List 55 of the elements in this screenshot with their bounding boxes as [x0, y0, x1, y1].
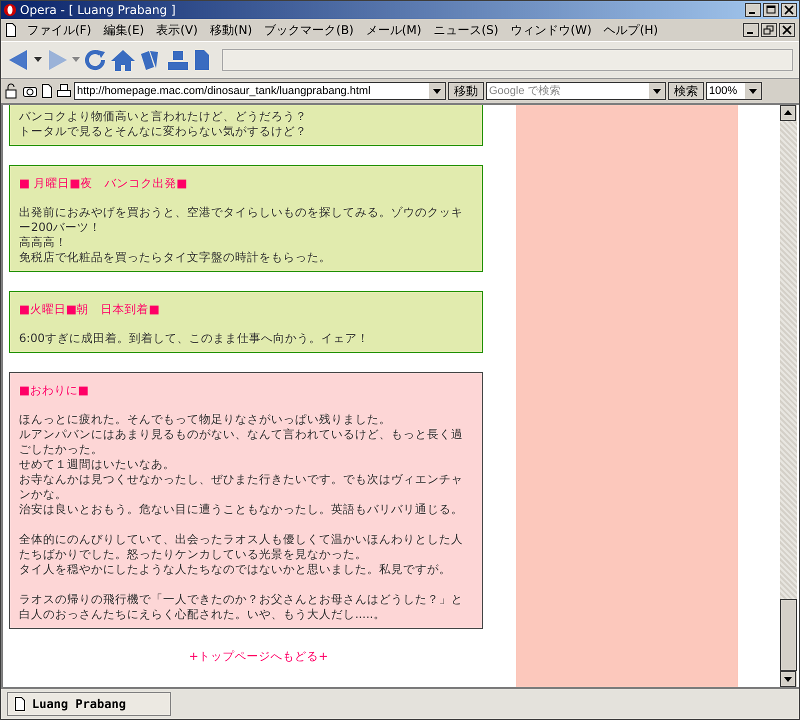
body-text: ほんっとに疲れた。そんでもって物足りなさがいっぱい残りました。 [19, 412, 392, 427]
body-text: お寺なんかは見つくせなかったし、ぜひまた行きたいです。でも次はヴィエンチャンかな。 [19, 472, 464, 502]
search-field[interactable]: Google で検索 [486, 82, 666, 100]
document-icon[interactable] [193, 48, 211, 72]
body-text: 高高高！ [19, 235, 68, 250]
restore-button[interactable] [761, 23, 777, 37]
reload-icon[interactable] [83, 48, 107, 72]
back-to-top-link[interactable]: +トップページへもどる+ [188, 649, 328, 663]
minimize-button[interactable] [745, 3, 761, 17]
body-text: 免税店で化粧品を買ったらタイ文字盤の時計をもらった。 [19, 250, 332, 265]
minimize-button[interactable] [743, 23, 759, 37]
page-icon [14, 697, 26, 711]
home-icon[interactable] [110, 48, 136, 72]
body-text: ルアンパバンにはあまり見るものがない、なんて言われているけど、もっと長く過ごしたかった。 [19, 427, 464, 457]
close-button[interactable] [779, 23, 795, 37]
menu-item[interactable]: ブックマーク(B) [258, 22, 360, 38]
body-text: せめて１週間はいたいなあ。 [19, 457, 176, 472]
page-icon[interactable] [40, 83, 54, 99]
close-button[interactable] [781, 3, 797, 17]
window-title: Opera - [ Luang Prabang ] [20, 3, 177, 17]
body-text: バンコクより物価高いと言われたけど、どうだろう？ [19, 109, 308, 124]
scrollbar[interactable] [780, 105, 797, 687]
maximize-button[interactable] [763, 3, 779, 17]
tab-title: Luang Prabang [32, 697, 126, 711]
scroll-thumb[interactable] [780, 599, 797, 671]
scroll-up-button[interactable] [780, 105, 796, 121]
menu-item[interactable]: ニュース(S) [427, 22, 504, 38]
dropdown-caret-icon[interactable] [34, 57, 42, 63]
body-text: 6:00すぎに成田着。到着して、このまま仕事へ向かう。イェア！ [19, 331, 370, 346]
address-field[interactable]: http://homepage.mac.com/dinosaur_tank/luangprabang.html [74, 82, 446, 100]
scroll-down-button[interactable] [780, 671, 796, 687]
section-heading: ■ 月曜日■夜 バンコク出発■ [19, 176, 188, 191]
menu-item[interactable]: 移動(N) [204, 22, 258, 38]
menu-item[interactable]: 編集(E) [97, 22, 150, 38]
body-text: トータルで見るとそんなに変わらない気がするけど？ [19, 124, 308, 139]
menu-item[interactable]: ヘルプ(H) [598, 22, 664, 38]
body-text: ラオスの帰りの飛行機で「一人できたのか？お父さんとお母さんはどうした？」と白人のおっさんたちにえらく心配された。いや、もう大人だし.....。 [19, 592, 464, 622]
page-tab[interactable]: Luang Prabang [7, 692, 171, 716]
printer-icon[interactable] [56, 83, 72, 99]
print-icon[interactable] [166, 48, 190, 72]
section-heading: ■火曜日■朝 日本到着■ [19, 302, 161, 317]
body-text: 治安は良いとおもう。危ない目に遭うこともなかったし。英語もバリバリ通じる。 [19, 502, 464, 517]
section-heading: ■おわりに■ [19, 383, 90, 398]
menu-item[interactable]: ファイル(F) [21, 22, 98, 38]
body-text: 全体的にのんびりしていて、出会ったラオス人も優しくて温かいほんわりとした人たちばかりでした。怒ったりケンカしている光景を見なかった。 [19, 532, 464, 562]
search-button[interactable]: 検索 [668, 82, 704, 100]
zoom-field[interactable]: 100% [706, 82, 762, 100]
go-button[interactable]: 移動 [448, 82, 484, 100]
body-text: 出発前におみやげを買おうと、空港でタイらしいものを探してみる。ゾウのクッキー200バーツ！ [19, 205, 464, 235]
menu-item[interactable]: 表示(V) [150, 22, 204, 38]
body-text: タイ人を穏やかにしたような人たちなのではないかと思いました。私見ですが。 [19, 562, 452, 577]
menu-item[interactable]: メール(M) [360, 22, 428, 38]
page-icon [5, 23, 17, 37]
opera-logo-icon [3, 3, 17, 17]
menu-item[interactable]: ウィンドウ(W) [504, 22, 598, 38]
